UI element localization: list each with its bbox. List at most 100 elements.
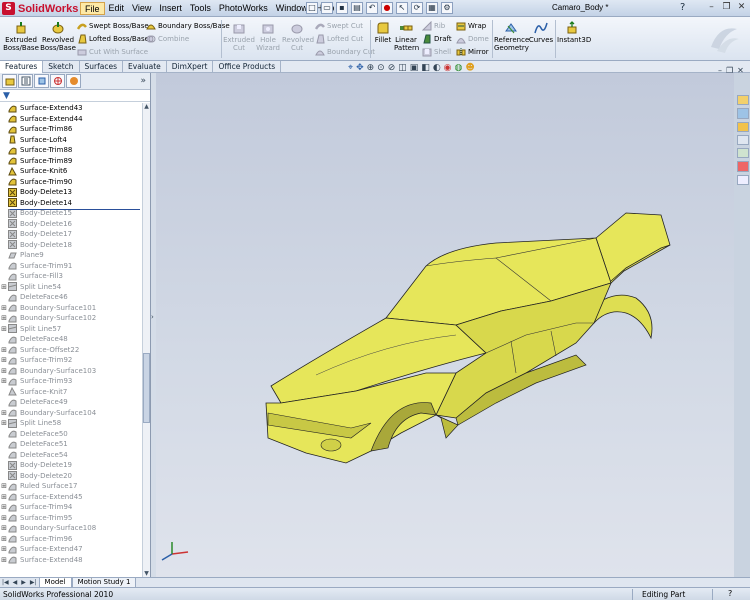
expand-icon[interactable]: ⊞ (0, 544, 8, 554)
mirror-button[interactable]: Mirror (456, 47, 489, 57)
tree-node[interactable]: Surface-Trim86 (0, 124, 142, 135)
solidworks-resources-tab-icon[interactable] (736, 95, 749, 106)
expand-icon[interactable]: ⊞ (0, 303, 8, 313)
extruded-boss-button[interactable]: Extruded Boss/Base (3, 21, 39, 52)
tree-node[interactable]: Body-Delete18 (0, 240, 142, 251)
print-icon[interactable]: ▤ (351, 2, 363, 14)
options-gear-icon[interactable]: ⚙ (441, 2, 453, 14)
help-icon[interactable]: ? (680, 2, 685, 13)
zoom-to-fit-icon[interactable]: ⌖ (348, 63, 353, 73)
rebuild-traffic-light-icon[interactable]: ● (381, 2, 393, 14)
lofted-boss-button[interactable]: Lofted Boss/Base (77, 34, 149, 44)
tree-node[interactable]: ⊞ Surface-Trim95 (0, 513, 142, 524)
apply-scene-icon[interactable]: ◍ (455, 63, 463, 73)
tree-node[interactable]: DeleteFace49 (0, 397, 142, 408)
select-arrow-icon[interactable]: ↖ (396, 2, 408, 14)
expand-icon[interactable]: ⊞ (0, 492, 8, 502)
collapse-arrow-icon[interactable]: › (151, 313, 154, 321)
section-view-icon[interactable]: ◫ (398, 63, 407, 73)
expand-icon[interactable]: ⊞ (0, 376, 8, 386)
tree-node[interactable]: Surface-Fill3 (0, 271, 142, 282)
hole-wizard-button[interactable]: Hole Wizard (255, 21, 281, 52)
property-manager-tab[interactable] (18, 74, 33, 88)
configuration-manager-tab[interactable] (34, 74, 49, 88)
swept-boss-button[interactable]: Swept Boss/Base (77, 21, 149, 31)
tree-node[interactable]: Surface-Trim91 (0, 261, 142, 272)
boundary-cut-button[interactable]: Boundary Cut (315, 47, 375, 57)
open-folder-icon[interactable]: ▭ (321, 2, 333, 14)
tree-node[interactable]: ⊞ Surface-Trim93 (0, 376, 142, 387)
menu-view[interactable]: View (128, 2, 155, 15)
tree-node[interactable]: DeleteFace51 (0, 439, 142, 450)
tree-node[interactable]: ⊞ Surface-Extend48 (0, 555, 142, 566)
tree-scrollbar[interactable]: ▲ ▼ (142, 103, 150, 577)
appearances-tab-icon[interactable] (736, 161, 749, 172)
tree-node[interactable]: DeleteFace48 (0, 334, 142, 345)
expand-icon[interactable]: ⊞ (0, 523, 8, 533)
expand-icon[interactable]: ⊞ (0, 313, 8, 323)
revolved-cut-button[interactable]: Revolved Cut (282, 21, 314, 52)
wrap-button[interactable]: Wrap (456, 21, 486, 31)
design-library-tab-icon[interactable] (736, 108, 749, 119)
next-tab-icon[interactable]: ▶ (19, 579, 28, 586)
rib-button[interactable]: Rib (422, 21, 445, 31)
display-style-icon[interactable]: ◧ (421, 63, 430, 73)
tree-node[interactable]: ⊞ Surface-Trim94 (0, 502, 142, 513)
menu-photoworks[interactable]: PhotoWorks (215, 2, 272, 15)
tab-model[interactable]: Model (38, 577, 72, 588)
feature-filter-bar[interactable]: ▼ (0, 90, 150, 102)
tree-node[interactable]: Surface-Loft4 (0, 135, 142, 146)
viewport-restore-icon[interactable]: ❐ (726, 66, 733, 75)
tree-node[interactable]: Surface-Extend43 (0, 103, 142, 114)
save-icon[interactable]: ▪ (336, 2, 348, 14)
tree-node[interactable]: Surface-Trim89 (0, 156, 142, 167)
tab-office-products[interactable]: Office Products (213, 61, 282, 73)
first-tab-icon[interactable]: |◀ (0, 579, 11, 586)
scroll-down-icon[interactable]: ▼ (143, 570, 150, 577)
shell-button[interactable]: Shell (422, 47, 451, 57)
tree-node[interactable]: ⊞ Surface-Trim96 (0, 534, 142, 545)
undo-icon[interactable]: ↶ (366, 2, 378, 14)
menu-insert[interactable]: Insert (155, 2, 186, 15)
expand-icon[interactable]: ⊞ (0, 282, 8, 292)
dimxpert-manager-tab[interactable] (50, 74, 65, 88)
revolved-boss-button[interactable]: Revolved Boss/Base (40, 21, 76, 52)
manager-tabs-chevron[interactable]: » (140, 76, 146, 86)
scroll-up-icon[interactable]: ▲ (143, 103, 150, 110)
viewport-close-icon[interactable]: ✕ (737, 66, 744, 75)
zoom-in-out-icon[interactable]: ⊕ (367, 63, 375, 73)
view-palette-tab-icon[interactable] (736, 148, 749, 159)
expand-icon[interactable]: ⊞ (0, 366, 8, 376)
draft-button[interactable]: Draft (422, 34, 452, 44)
expand-icon[interactable]: ⊞ (0, 355, 8, 365)
camaro-body-model[interactable] (156, 73, 734, 577)
dome-button[interactable]: Dome (456, 34, 489, 44)
expand-icon[interactable]: ⊞ (0, 513, 8, 523)
tree-node[interactable]: Surface-Knit7 (0, 387, 142, 398)
display-manager-tab[interactable] (66, 74, 81, 88)
tree-node[interactable]: ⊞ Boundary-Surface108 (0, 523, 142, 534)
fillet-button[interactable]: Fillet (372, 21, 394, 44)
zoom-magnify-icon[interactable]: ⊙ (377, 63, 385, 73)
last-tab-icon[interactable]: ▶| (28, 579, 39, 586)
expand-icon[interactable]: ⊞ (0, 345, 8, 355)
feature-manager-tab[interactable] (2, 74, 17, 88)
tab-surfaces[interactable]: Surfaces (80, 61, 124, 73)
rollback-bar[interactable] (10, 209, 140, 210)
tree-node[interactable]: ⊞ Boundary-Surface102 (0, 313, 142, 324)
tab-motion-study-1[interactable]: Motion Study 1 (71, 577, 137, 588)
status-help-icon[interactable]: ? (728, 589, 732, 598)
expand-icon[interactable]: ⊞ (0, 534, 8, 544)
tree-node[interactable]: Surface-Trim88 (0, 145, 142, 156)
tree-node[interactable]: Surface-Extend44 (0, 114, 142, 125)
expand-icon[interactable]: ⊞ (0, 418, 8, 428)
previous-view-icon[interactable]: ⊘ (388, 63, 396, 73)
tree-node[interactable]: Body-Delete13 (0, 187, 142, 198)
custom-properties-tab-icon[interactable] (736, 174, 749, 185)
tree-node[interactable]: Plane9 (0, 250, 142, 261)
expand-icon[interactable]: ⊞ (0, 324, 8, 334)
tree-node[interactable]: ⊞ Surface-Extend45 (0, 492, 142, 503)
viewport-minimize-icon[interactable]: – (718, 66, 722, 75)
cut-with-surface-button[interactable]: Cut With Surface (77, 47, 148, 57)
menu-tools[interactable]: Tools (186, 2, 215, 15)
